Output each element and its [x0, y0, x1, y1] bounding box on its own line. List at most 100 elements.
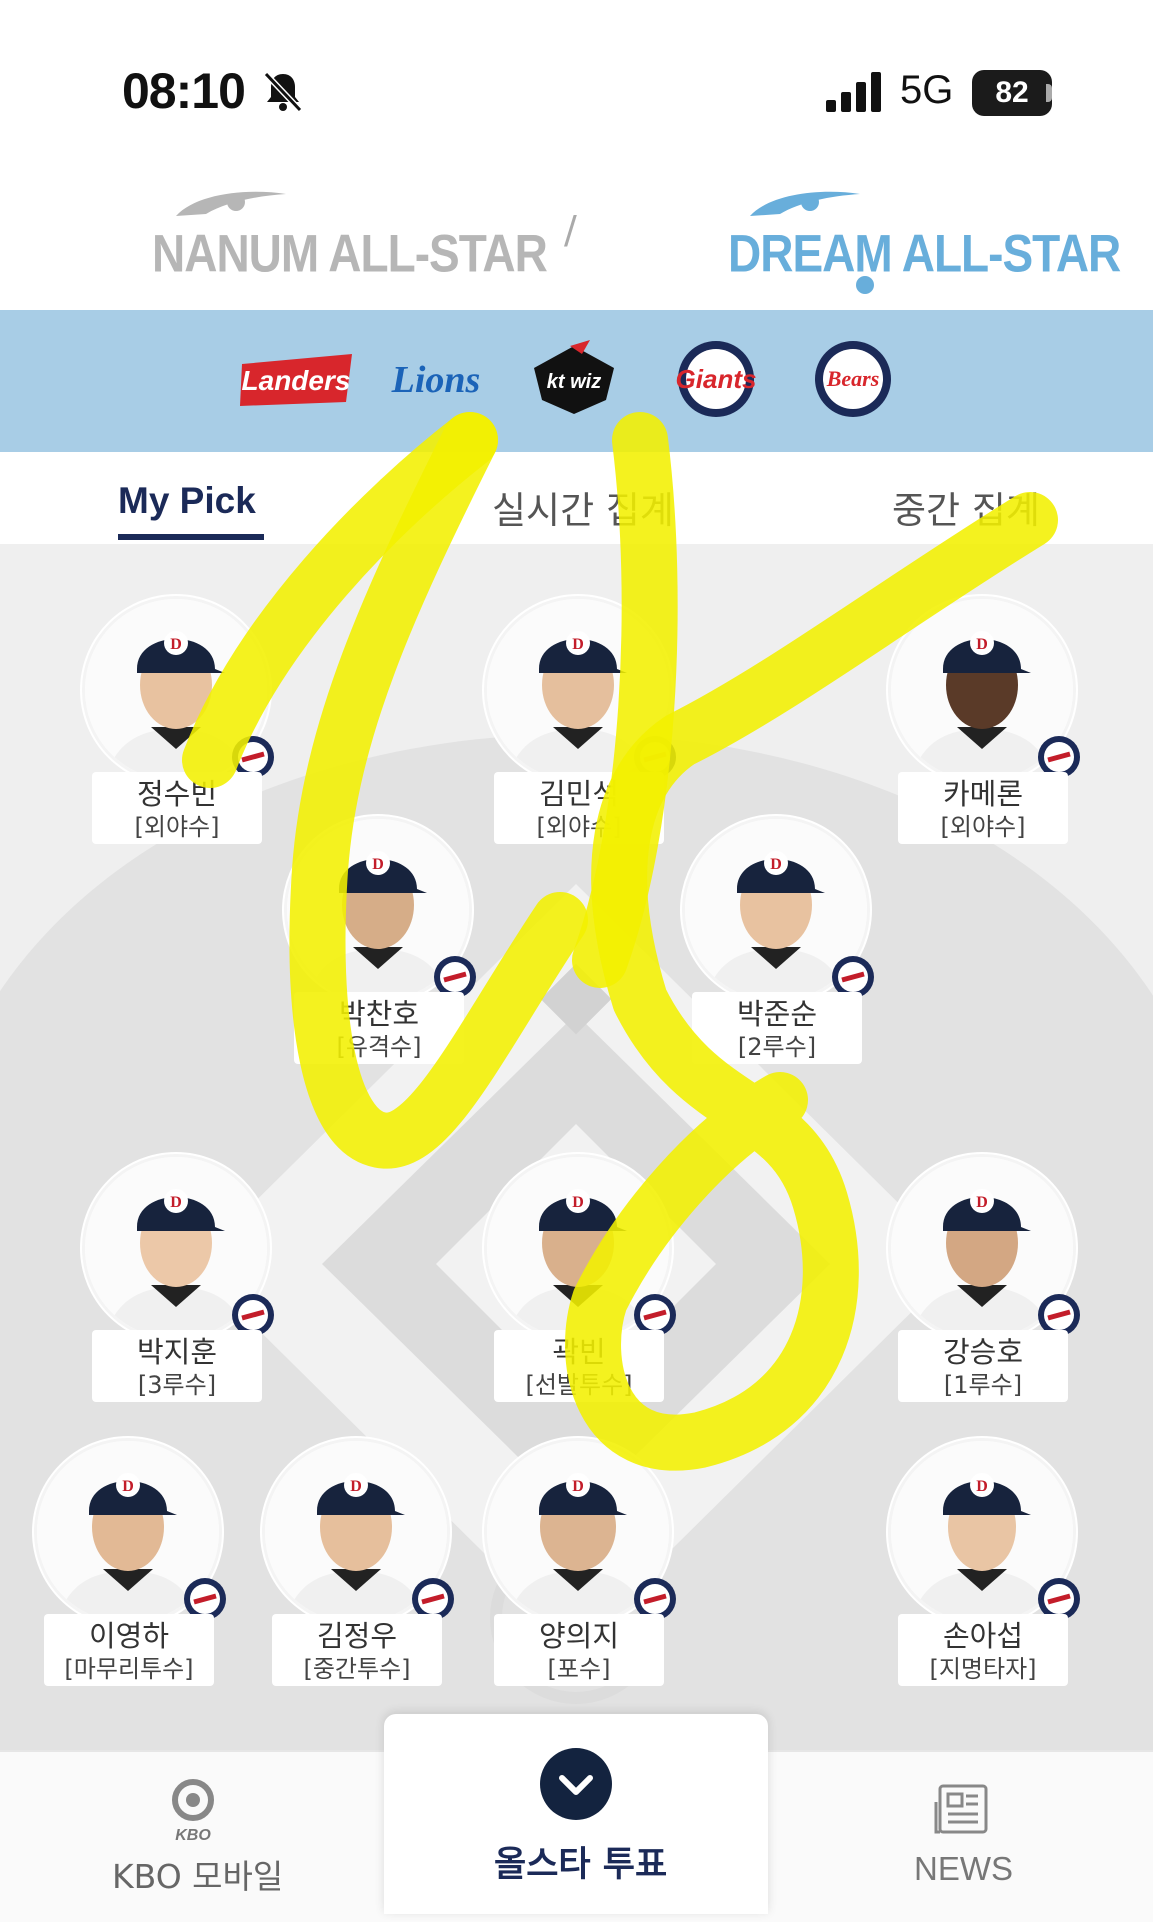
player-card-outfield-left[interactable]: D 정수빈 [외야수] [82, 596, 274, 846]
player-card-third-base[interactable]: D 박지훈 [3루수] [82, 1154, 274, 1404]
battery-tip [1046, 84, 1052, 102]
tab-realtime[interactable]: 실시간 집계 [492, 480, 674, 534]
player-name: 손아섭 [942, 1619, 1024, 1653]
nav-news[interactable]: NEWS [914, 1850, 1013, 1888]
tab-my-pick[interactable]: My Pick [118, 480, 256, 522]
team-logo-ktwiz[interactable]: kt wiz [524, 338, 624, 420]
svg-text:D: D [170, 636, 182, 653]
player-name-box: 손아섭 [지명타자] [898, 1614, 1068, 1686]
status-time: 08:10 [122, 63, 246, 119]
nav-kbo-mobile[interactable]: KBO 모바일 [112, 1850, 283, 1898]
svg-text:D: D [976, 1478, 988, 1495]
player-name: 박찬호 [338, 997, 420, 1031]
svg-text:D: D [976, 1194, 988, 1211]
tab-active-underline [118, 534, 264, 540]
svg-text:Bears: Bears [826, 366, 880, 391]
giants-logo-icon: Giants [676, 341, 757, 417]
svg-text:D: D [572, 636, 584, 653]
player-position: [선발투수] [525, 1371, 633, 1399]
player-position: [2루수] [737, 1033, 817, 1061]
player-name-box: 박준순 [2루수] [692, 992, 862, 1064]
svg-text:D: D [572, 1194, 584, 1211]
nanum-swoosh-icon [176, 191, 286, 216]
player-name: 카메론 [942, 777, 1024, 811]
kbo-logo-icon[interactable]: KBO [168, 1778, 218, 1842]
team-logo-landers[interactable]: Landers [236, 338, 358, 420]
bell-slash-icon [263, 71, 303, 113]
team-logo-bears[interactable]: Bears [808, 338, 898, 420]
player-name-box: 카메론 [외야수] [898, 772, 1068, 844]
player-position: [포수] [547, 1655, 611, 1683]
active-indicator-dot [856, 276, 874, 294]
svg-text:KBO: KBO [175, 1827, 211, 1842]
player-card-outfield-center[interactable]: D 김민석 [외야수] [484, 596, 676, 846]
player-name: 박지훈 [136, 1335, 218, 1369]
chevron-down-icon [559, 1775, 593, 1795]
player-name-box: 정수빈 [외야수] [92, 772, 262, 844]
network-label: 5G [900, 68, 954, 112]
vote-button[interactable] [540, 1748, 612, 1820]
nav-vote-label[interactable]: 올스타 투표 [494, 1836, 667, 1887]
svg-text:D: D [350, 1478, 362, 1495]
player-card-catcher[interactable]: D 양의지 [포수] [484, 1438, 676, 1688]
player-card-starting-pitcher[interactable]: D 곽빈 [선발투수] [484, 1154, 676, 1404]
player-position: [1루수] [943, 1371, 1023, 1399]
player-name: 김민석 [538, 777, 620, 811]
player-card-middle-reliever[interactable]: D 김정우 [중간투수] [262, 1438, 454, 1688]
svg-text:D: D [170, 1194, 182, 1211]
player-name-box: 곽빈 [선발투수] [494, 1330, 664, 1402]
player-name-box: 박지훈 [3루수] [92, 1330, 262, 1402]
svg-text:D: D [572, 1478, 584, 1495]
newspaper-icon[interactable] [932, 1782, 992, 1838]
player-name: 곽빈 [552, 1335, 606, 1369]
player-name: 양의지 [538, 1619, 620, 1653]
svg-text:Landers: Landers [242, 365, 351, 396]
player-position: [3루수] [137, 1371, 217, 1399]
lions-logo-icon: Lions [391, 359, 481, 401]
svg-text:Lions: Lions [391, 359, 481, 401]
svg-text:D: D [770, 856, 782, 873]
player-position: [지명타자] [929, 1655, 1037, 1683]
dream-swoosh-icon [750, 191, 860, 216]
svg-text:D: D [372, 856, 384, 873]
player-position: [외야수] [536, 813, 622, 841]
player-card-closer[interactable]: D 이영하 [마무리투수] [34, 1438, 226, 1688]
player-card-first-base[interactable]: D 강승호 [1루수] [888, 1154, 1080, 1404]
svg-text:Giants: Giants [676, 364, 757, 394]
player-name-box: 박찬호 [유격수] [294, 992, 464, 1064]
player-card-shortstop[interactable]: D 박찬호 [유격수] [284, 816, 476, 1066]
team-logo-lions[interactable]: Lions [382, 338, 490, 420]
team-logo-giants[interactable]: Giants [660, 338, 772, 420]
player-position: [중간투수] [303, 1655, 411, 1683]
battery-level: 82 [995, 76, 1029, 109]
player-position: [외야수] [940, 813, 1026, 841]
bears-logo-icon: Bears [815, 341, 891, 417]
svg-text:D: D [122, 1478, 134, 1495]
player-name: 정수빈 [136, 777, 218, 811]
player-name: 강승호 [942, 1335, 1024, 1369]
player-position: [유격수] [336, 1033, 422, 1061]
allstar-separator: / [564, 208, 577, 252]
player-name: 박준순 [736, 997, 818, 1031]
tab-nanum-allstar[interactable]: NANUM ALL-STAR [152, 222, 548, 284]
player-name-box: 김정우 [중간투수] [272, 1614, 442, 1686]
svg-text:D: D [976, 636, 988, 653]
player-card-second-base[interactable]: D 박준순 [2루수] [682, 816, 874, 1066]
landers-logo-icon: Landers [240, 354, 352, 406]
player-name: 이영하 [88, 1619, 170, 1653]
player-name: 김정우 [316, 1619, 398, 1653]
tab-dream-allstar[interactable]: DREAM ALL-STAR [728, 222, 1121, 284]
svg-text:kt wiz: kt wiz [547, 371, 601, 393]
player-name-box: 강승호 [1루수] [898, 1330, 1068, 1402]
player-name-box: 양의지 [포수] [494, 1614, 664, 1686]
player-name-box: 이영하 [마무리투수] [44, 1614, 214, 1686]
tab-mid-result[interactable]: 중간 집계 [892, 480, 1040, 534]
player-position: [외야수] [134, 813, 220, 841]
player-card-outfield-right[interactable]: D 카메론 [외야수] [888, 596, 1080, 846]
ktwiz-logo-icon: kt wiz [534, 340, 614, 414]
signal-bars-icon [826, 72, 881, 112]
player-card-designated-hitter[interactable]: D 손아섭 [지명타자] [888, 1438, 1080, 1688]
battery-indicator: 82 [972, 70, 1052, 116]
player-position: [마무리투수] [64, 1655, 194, 1683]
player-name-box: 김민석 [외야수] [494, 772, 664, 844]
